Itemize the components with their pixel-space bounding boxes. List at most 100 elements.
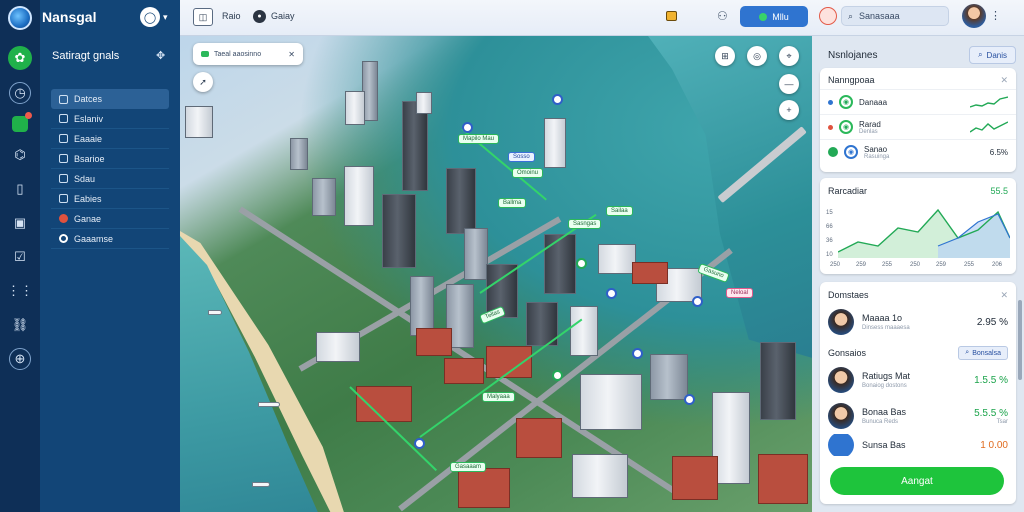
layout-icon[interactable]: ◫ <box>193 8 213 26</box>
building <box>416 92 432 114</box>
scrollbar[interactable] <box>1018 300 1022 380</box>
map-label[interactable]: Mapilo Mau <box>458 134 500 144</box>
x-tick: 206 <box>992 262 1003 268</box>
metric-row[interactable]: ◉ Danaaa <box>820 89 1016 114</box>
quote-row[interactable]: Ratiugs Mat Bonaiog dostons 1.5.5 % <box>820 362 1016 398</box>
map-pin[interactable] <box>606 288 617 299</box>
primary-action-button[interactable]: Aangat <box>830 467 1004 495</box>
account-switcher[interactable]: ◯ ▾ <box>140 7 168 27</box>
quote-row[interactable]: Sunsa Bas 1 0.00 <box>820 434 1016 456</box>
box-icon[interactable]: ▣ <box>9 212 31 234</box>
map-label[interactable]: Sasngas <box>568 219 602 229</box>
map-pin[interactable] <box>576 258 587 269</box>
map-pin[interactable] <box>462 122 473 133</box>
search-icon: ⌕ <box>848 10 854 21</box>
roof <box>516 418 562 458</box>
chart-icon[interactable]: ⌬ <box>9 144 31 166</box>
zoom-in-icon[interactable]: + <box>779 100 799 120</box>
location-icon[interactable]: ◎ <box>747 46 767 66</box>
chat-icon[interactable] <box>12 112 32 132</box>
quotes-button[interactable]: ⌕ Bonsalsa <box>958 346 1008 360</box>
metric-sub: Rasuinga <box>864 153 890 160</box>
search-placeholder: Sanasaaa <box>859 11 900 21</box>
roof <box>632 262 668 284</box>
drivers-title: Domstaes <box>828 290 869 300</box>
topbar-item-a[interactable]: Raio <box>222 11 241 21</box>
map-pin[interactable] <box>684 394 695 405</box>
sidebar-item-0[interactable]: Datces <box>51 89 169 109</box>
grid-icon[interactable]: ⋮⋮ <box>7 280 33 302</box>
status-pill-button[interactable]: Mllu <box>740 6 808 27</box>
leaf-icon[interactable]: ✿ <box>8 46 32 70</box>
search-input[interactable]: ⌕ Sanasaaa <box>841 6 949 26</box>
compass-icon[interactable]: ⌖ <box>779 46 799 66</box>
map-view[interactable]: Mapilo Mau Sosso Omoinu Ballma Sailaa Sa… <box>180 36 812 512</box>
circle-icon: ● <box>253 10 266 23</box>
avatar <box>828 367 854 393</box>
sidebar-item-7[interactable]: Gaaamse <box>51 229 169 249</box>
sidebar-item-2[interactable]: Eaaaie <box>51 129 169 149</box>
map-pin[interactable] <box>414 438 425 449</box>
map-label[interactable]: Sailaa <box>606 206 633 216</box>
link-icon[interactable]: ⛓ <box>9 314 31 336</box>
sidebar-item-5[interactable]: Eabies <box>51 189 169 209</box>
map-pin[interactable] <box>552 94 563 105</box>
map-label[interactable]: Gasaaam <box>450 462 487 472</box>
file-icon[interactable]: ▯ <box>9 178 31 200</box>
flag-icon[interactable] <box>666 11 677 21</box>
topbar-item-b[interactable]: Gaiay <box>271 11 295 21</box>
avatar <box>828 403 854 429</box>
roof <box>356 386 412 422</box>
map-label[interactable]: Omoinu <box>512 168 544 178</box>
square-icon <box>59 134 68 143</box>
close-icon[interactable]: ✕ <box>1000 75 1008 86</box>
building <box>290 138 308 170</box>
sidebar-item-label: Ganae <box>74 213 102 224</box>
driver-row[interactable]: Maaaa 1o Dinsess maaaesa 2.95 % <box>820 304 1016 340</box>
chevron-down-icon[interactable]: ▾ <box>163 12 168 23</box>
avatar <box>828 309 854 335</box>
navigate-icon[interactable]: ➚ <box>193 72 213 92</box>
sidebar: Nansgal ◯ ▾ Satiragt gnals ✥ Datces Esla… <box>40 0 180 512</box>
map-pin[interactable] <box>692 296 703 307</box>
sidebar-item-1[interactable]: Eslaniv <box>51 109 169 129</box>
chat-bubble-icon[interactable]: ◯ <box>140 7 160 27</box>
more-icon[interactable]: ⋮ <box>990 9 1001 22</box>
sidebar-item-4[interactable]: Sdau <box>51 169 169 189</box>
clock-icon[interactable]: ◷ <box>9 82 31 104</box>
quote-name: Bonaa Bas Bunuca Reds <box>862 407 906 425</box>
sidebar-item-3[interactable]: Bsarioe <box>51 149 169 169</box>
metric-label-text: Rarad <box>859 119 881 129</box>
roof <box>444 358 484 384</box>
quote-amount: 1.5.5 % <box>974 374 1008 386</box>
layers-icon[interactable]: ⊞ <box>715 46 735 66</box>
quote-name: Ratiugs Mat Bonaiog dostons <box>862 371 910 389</box>
gamepad-icon[interactable]: ⚇ <box>717 9 728 23</box>
globe-icon[interactable] <box>8 6 32 30</box>
sidebar-item-label: Bsarioe <box>74 153 105 164</box>
settings-icon[interactable]: ✥ <box>156 49 165 62</box>
target-icon: ◉ <box>839 120 853 134</box>
map-label[interactable]: Malyaaa <box>482 392 515 402</box>
quote-row[interactable]: Bonaa Bas Bunuca Reds 5.5.5 % Tsar <box>820 398 1016 434</box>
close-icon[interactable]: ✕ <box>1000 290 1008 301</box>
close-icon[interactable]: ✕ <box>288 50 295 59</box>
globe-settings-icon[interactable]: ⊕ <box>9 348 31 370</box>
check-icon[interactable]: ☑ <box>9 246 31 268</box>
map-label[interactable]: Sosso <box>508 152 535 162</box>
sidebar-item-6[interactable]: Ganae <box>51 209 169 229</box>
quote-sub: Bunuca Reds <box>862 419 899 425</box>
map-label[interactable]: Neloal <box>726 288 754 298</box>
notification-avatar[interactable] <box>819 7 837 25</box>
panel-header-button[interactable]: ⌕ Danis <box>969 46 1016 64</box>
map-pin-icon <box>201 51 209 57</box>
user-avatar[interactable] <box>962 4 986 28</box>
map-pin[interactable] <box>552 370 563 381</box>
metric-row[interactable]: ◉ Rarad Denlas <box>820 114 1016 139</box>
map-label[interactable]: Ballma <box>498 198 527 208</box>
zoom-out-icon[interactable]: — <box>779 74 799 94</box>
map-search-box[interactable]: Taeal aaosinno ✕ <box>193 43 303 65</box>
map-label[interactable]: Tellas <box>479 305 507 325</box>
metric-row[interactable]: ◉ Sanao Rasuinga 6.5% <box>820 139 1016 164</box>
map-pin[interactable] <box>632 348 643 359</box>
